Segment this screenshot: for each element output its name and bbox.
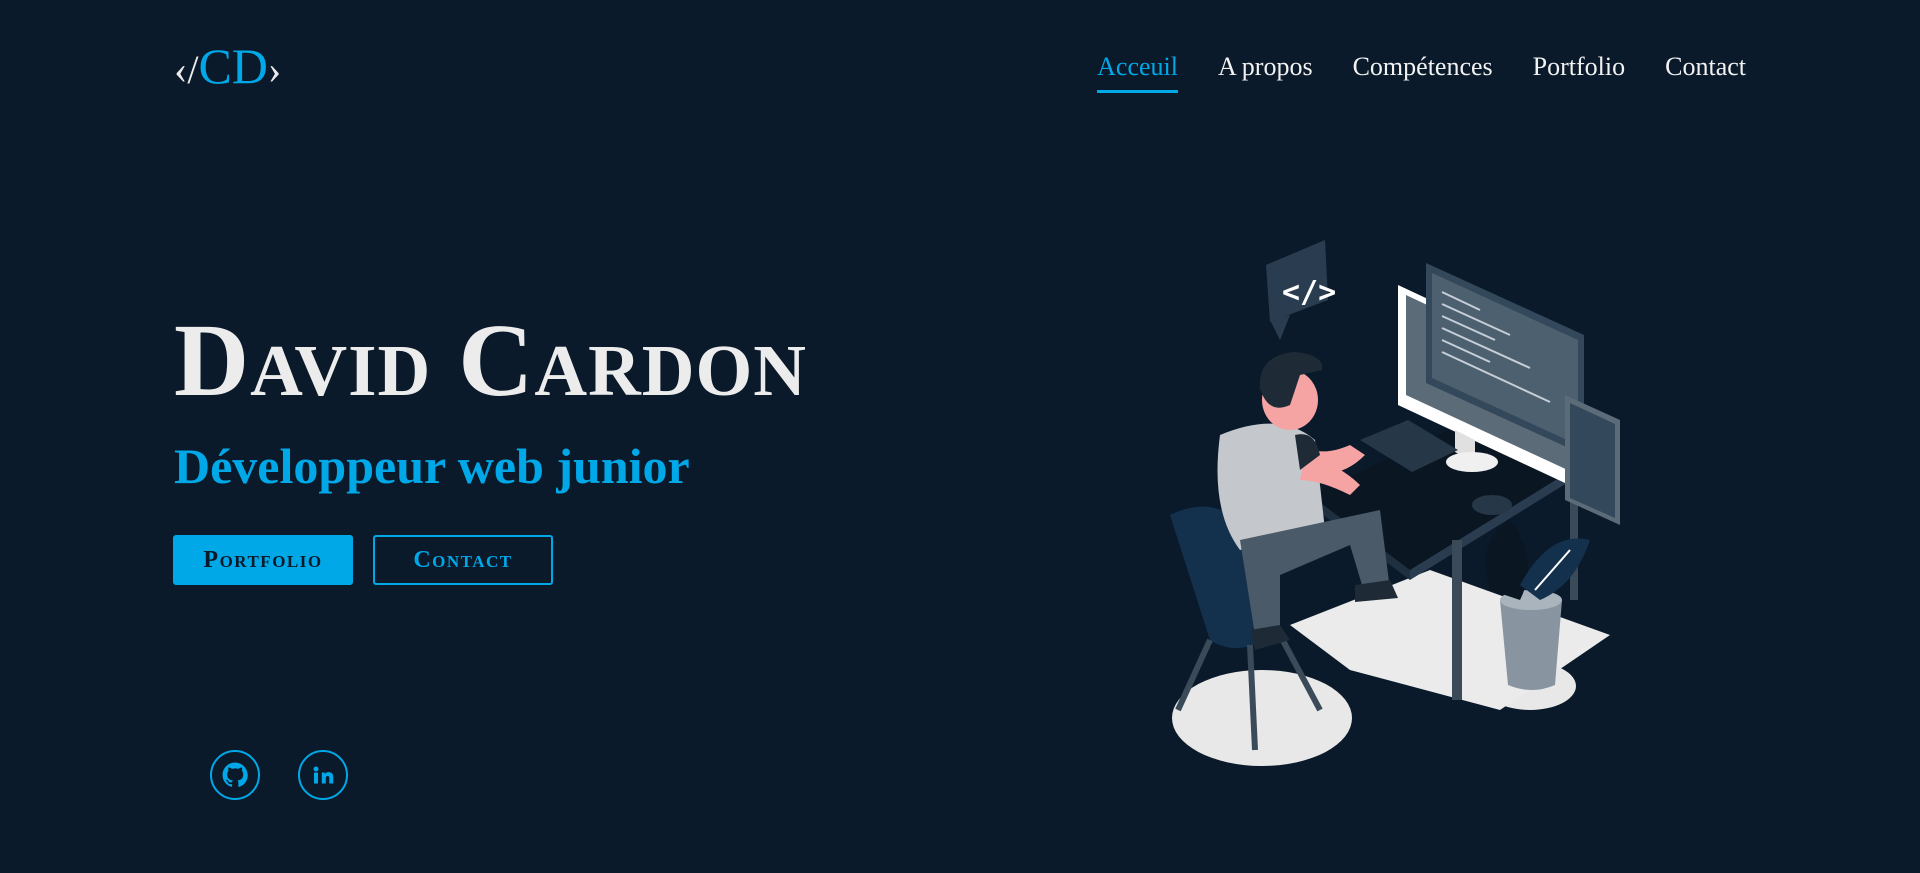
github-link[interactable] bbox=[210, 750, 260, 800]
developer-illustration: </> bbox=[1170, 240, 1620, 766]
linkedin-link[interactable] bbox=[298, 750, 348, 800]
contact-button[interactable]: Contact bbox=[373, 535, 553, 585]
nav-link-contact[interactable]: Contact bbox=[1665, 50, 1746, 93]
code-badge-text: </> bbox=[1282, 275, 1336, 310]
nav-link-competences[interactable]: Compétences bbox=[1353, 50, 1493, 93]
logo[interactable]: ‹/CD› bbox=[174, 38, 281, 98]
nav-link-a-propos[interactable]: A propos bbox=[1218, 50, 1313, 93]
logo-close-bracket: › bbox=[267, 47, 282, 92]
nav-link-portfolio[interactable]: Portfolio bbox=[1533, 50, 1625, 93]
github-icon bbox=[222, 762, 248, 787]
nav-link-acceuil[interactable]: Acceuil bbox=[1097, 50, 1178, 93]
logo-open-bracket: ‹/ bbox=[174, 47, 199, 92]
linkedin-icon bbox=[313, 766, 334, 784]
logo-letters: CD bbox=[198, 38, 268, 94]
main-nav: Acceuil A propos Compétences Portfolio C… bbox=[1097, 50, 1746, 93]
hero-name: David Cardon bbox=[174, 303, 808, 418]
portfolio-button[interactable]: Portfolio bbox=[173, 535, 353, 585]
hero-subtitle: Développeur web junior bbox=[174, 438, 690, 494]
